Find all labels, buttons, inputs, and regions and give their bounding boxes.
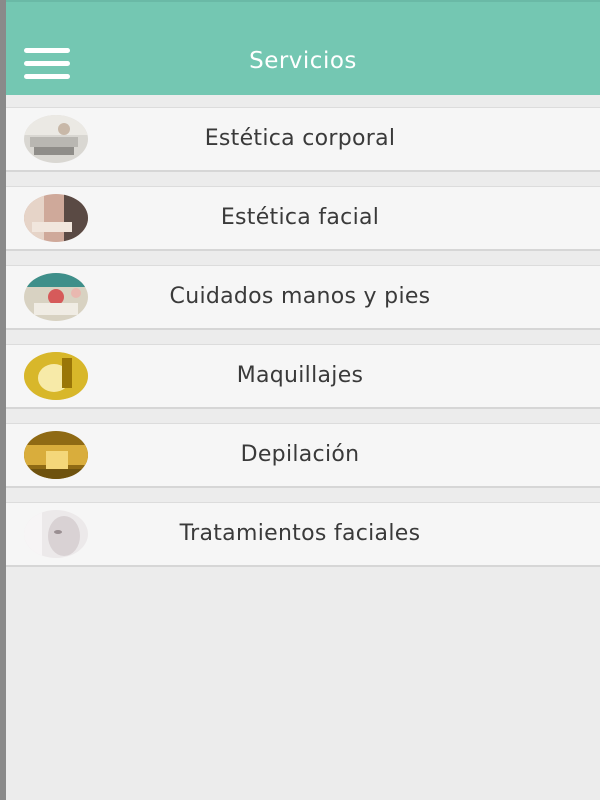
facial-room-thumbnail-icon (24, 194, 88, 242)
service-label: Estética corporal (204, 126, 396, 151)
app-header: Servicios (6, 0, 600, 95)
service-item-tratamientos-faciales[interactable]: Tratamientos faciales (6, 502, 600, 567)
service-label: Depilación (240, 442, 360, 467)
service-item-estetica-corporal[interactable]: Estética corporal (6, 107, 600, 172)
app-frame: Servicios Estética corporal Estética fac… (6, 0, 600, 800)
service-label: Estética facial (220, 205, 380, 230)
service-label: Tratamientos faciales (179, 521, 421, 546)
page-title: Servicios (249, 48, 357, 74)
service-item-cuidados-manos-pies[interactable]: Cuidados manos y pies (6, 265, 600, 330)
service-item-depilacion[interactable]: Depilación (6, 423, 600, 488)
service-label: Maquillajes (236, 363, 364, 388)
body-spa-thumbnail-icon (24, 115, 88, 163)
service-item-estetica-facial[interactable]: Estética facial (6, 186, 600, 251)
manicure-thumbnail-icon (24, 273, 88, 321)
gold-wax-thumbnail-icon (24, 431, 88, 479)
gold-makeup-thumbnail-icon (24, 352, 88, 400)
face-treatment-thumbnail-icon (24, 510, 88, 558)
service-item-maquillajes[interactable]: Maquillajes (6, 344, 600, 409)
service-label: Cuidados manos y pies (169, 284, 431, 309)
